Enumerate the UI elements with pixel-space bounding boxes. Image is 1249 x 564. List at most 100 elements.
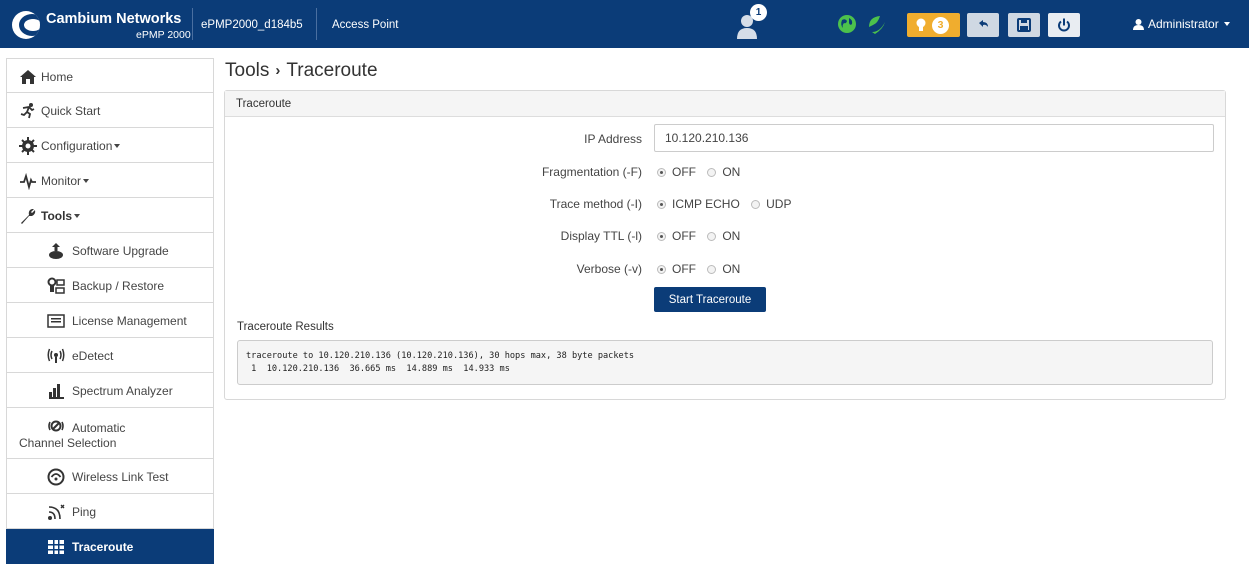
fragmentation-label: Fragmentation (-F) xyxy=(541,165,642,179)
fragmentation-off-option[interactable]: OFF xyxy=(657,165,696,179)
brand-subtitle: ePMP 2000 xyxy=(136,29,191,41)
wrench-icon xyxy=(21,209,36,224)
results-line: 1 10.120.210.136 36.665 ms 14.889 ms 14.… xyxy=(246,364,510,374)
sidebar-item-monitor[interactable]: Monitor xyxy=(6,163,214,198)
power-icon xyxy=(1058,18,1070,32)
display-ttl-off-option[interactable]: OFF xyxy=(657,229,696,243)
alerts-button[interactable]: 3 xyxy=(907,13,960,37)
sidebar-item-label: Ping xyxy=(72,505,97,519)
sidebar-item-label: Home xyxy=(41,70,74,84)
radio-button[interactable] xyxy=(707,232,717,241)
upload-icon xyxy=(49,243,63,259)
device-mode: Access Point xyxy=(332,19,399,31)
radio-button[interactable] xyxy=(751,200,761,209)
ip-address-label: IP Address xyxy=(584,132,642,146)
verbose-radio-group: OFF ON xyxy=(657,262,748,276)
navbar-divider xyxy=(316,8,317,40)
verbose-on-option[interactable]: ON xyxy=(707,262,740,276)
gear-icon xyxy=(19,137,37,155)
sidebar-item-automatic-channel-selection[interactable]: Automatic Channel Selection xyxy=(6,408,214,459)
signal-leaf-icon[interactable] xyxy=(866,13,888,35)
trace-method-radio-group: ICMP ECHO UDP xyxy=(657,197,799,211)
sidebar-item-tools[interactable]: Tools xyxy=(6,198,214,233)
sidebar-item-quick-start[interactable]: Quick Start xyxy=(6,93,214,128)
backup-icon xyxy=(47,277,65,294)
sidebar-item-label: Traceroute xyxy=(72,540,134,554)
traceroute-icon xyxy=(48,540,64,554)
radio-button[interactable] xyxy=(657,200,666,209)
sidebar-item-home[interactable]: Home xyxy=(6,58,214,93)
reboot-button[interactable] xyxy=(1048,13,1080,37)
sidebar-item-license-management[interactable]: License Management xyxy=(6,303,214,338)
results-output: traceroute to 10.120.210.136 (10.120.210… xyxy=(237,340,1213,385)
sidebar-item-label: Backup / Restore xyxy=(72,279,165,293)
traceroute-panel: Traceroute IP Address Fragmentation (-F)… xyxy=(224,90,1226,400)
sidebar-item-label: Wireless Link Test xyxy=(72,470,169,484)
connected-users-badge: 1 xyxy=(750,4,767,21)
radio-button[interactable] xyxy=(657,168,666,177)
undo-icon xyxy=(979,20,988,27)
display-ttl-on-option[interactable]: ON xyxy=(707,229,740,243)
sidebar-item-label: Configuration xyxy=(41,139,121,153)
sidebar-item-label: Spectrum Analyzer xyxy=(72,384,173,398)
breadcrumb-parent[interactable]: Tools xyxy=(225,60,269,81)
radio-button[interactable] xyxy=(657,265,666,274)
user-icon xyxy=(1133,19,1144,30)
globe-icon[interactable] xyxy=(837,14,857,34)
bar-chart-icon xyxy=(49,384,64,399)
fragmentation-radio-group: OFF ON xyxy=(657,165,748,179)
brand-logo[interactable]: Cambium Networks ePMP 2000 xyxy=(6,6,191,44)
device-name: ePMP2000_d184b5 xyxy=(201,19,303,31)
sidebar-item-traceroute[interactable]: Traceroute xyxy=(6,529,214,564)
trace-method-icmp-option[interactable]: ICMP ECHO xyxy=(657,197,740,211)
cambium-logo-icon xyxy=(12,11,40,39)
alerts-count-badge: 3 xyxy=(932,17,949,34)
save-icon xyxy=(1017,18,1031,32)
save-button[interactable] xyxy=(1008,13,1040,37)
results-label: Traceroute Results xyxy=(237,321,334,333)
license-icon xyxy=(47,314,65,328)
display-ttl-label: Display TTL (-l) xyxy=(560,229,642,243)
sidebar-item-label: Tools xyxy=(41,209,81,223)
sidebar-item-label: License Management xyxy=(72,314,187,328)
ping-icon xyxy=(48,504,65,520)
navbar-divider xyxy=(192,8,193,40)
sidebar-item-label: Software Upgrade xyxy=(72,244,169,258)
display-ttl-radio-group: OFF ON xyxy=(657,229,748,243)
radio-button[interactable] xyxy=(707,168,717,177)
sidebar-item-wireless-link-test[interactable]: Wireless Link Test xyxy=(6,459,214,494)
sidebar-item-label: Quick Start xyxy=(41,104,101,118)
pulse-icon xyxy=(20,172,36,190)
sidebar-item-spectrum-analyzer[interactable]: Spectrum Analyzer xyxy=(6,373,214,408)
start-traceroute-button[interactable]: Start Traceroute xyxy=(654,287,766,312)
undo-button[interactable] xyxy=(967,13,999,37)
edetect-icon xyxy=(47,348,65,363)
sidebar-item-label: eDetect xyxy=(72,349,114,363)
sidebar-item-backup-restore[interactable]: Backup / Restore xyxy=(6,268,214,303)
fragmentation-on-option[interactable]: ON xyxy=(707,165,740,179)
user-menu[interactable]: Administrator xyxy=(1133,17,1231,31)
radio-button[interactable] xyxy=(707,265,717,274)
sidebar-item-label: Monitor xyxy=(41,174,90,188)
sidebar-item-label: Automatic Channel Selection xyxy=(19,421,126,450)
sidebar-item-edetect[interactable]: eDetect xyxy=(6,338,214,373)
trace-method-label: Trace method (-I) xyxy=(549,197,642,211)
running-person-icon xyxy=(20,103,35,119)
chevron-down-icon xyxy=(1224,22,1231,26)
sidebar-nav: Home Quick Start Configuration Monitor T… xyxy=(6,58,214,564)
breadcrumb-current: Traceroute xyxy=(286,60,378,81)
page-title: Tools › Traceroute xyxy=(225,60,378,82)
verbose-label: Verbose (-v) xyxy=(576,262,642,276)
sidebar-item-software-upgrade[interactable]: Software Upgrade xyxy=(6,233,214,268)
panel-heading: Traceroute xyxy=(225,91,1225,117)
sidebar-item-ping[interactable]: Ping xyxy=(6,494,214,529)
speedometer-icon xyxy=(47,468,65,486)
home-icon xyxy=(20,70,36,84)
verbose-off-option[interactable]: OFF xyxy=(657,262,696,276)
trace-method-udp-option[interactable]: UDP xyxy=(751,197,791,211)
sidebar-item-configuration[interactable]: Configuration xyxy=(6,128,214,163)
radio-button[interactable] xyxy=(657,232,666,241)
breadcrumb-separator: › xyxy=(275,62,281,79)
ip-address-input[interactable] xyxy=(654,124,1214,152)
lightbulb-icon xyxy=(916,18,926,31)
